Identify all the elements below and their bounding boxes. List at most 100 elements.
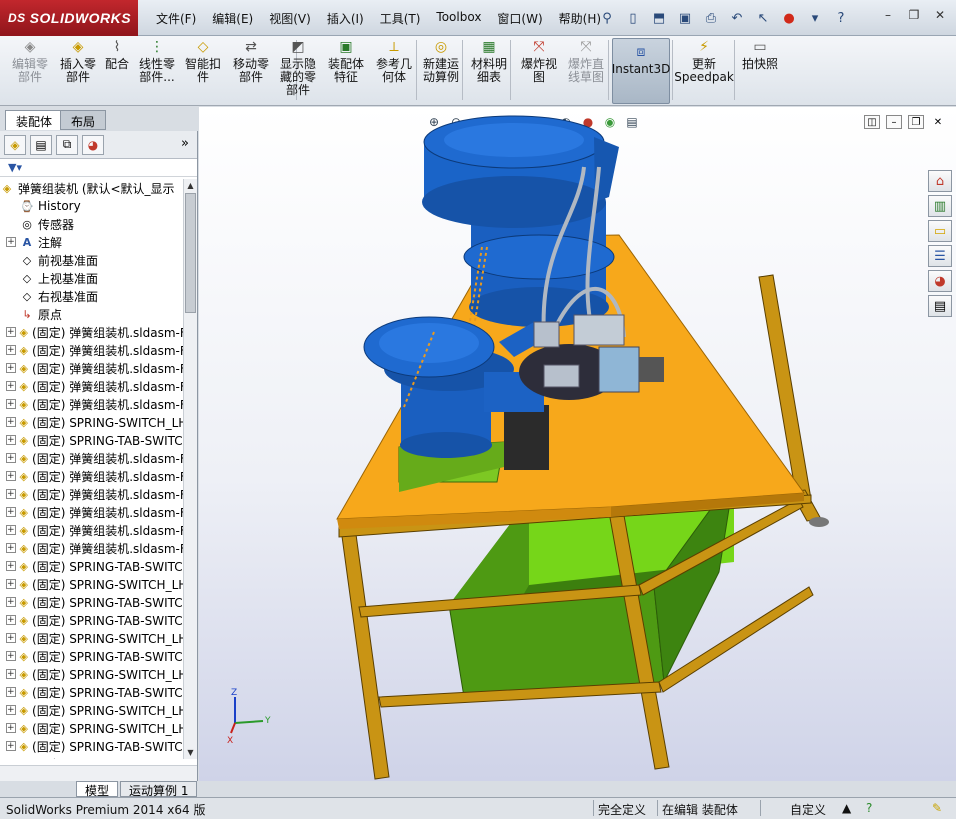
- tab-model[interactable]: 模型: [76, 781, 119, 798]
- expand-toggle-icon[interactable]: +: [6, 687, 16, 697]
- expand-toggle-icon[interactable]: +: [6, 417, 16, 427]
- expand-toggle-icon[interactable]: +: [6, 579, 16, 589]
- assembly-features-button[interactable]: ▣ 装配体 特征: [324, 38, 368, 104]
- minimize-icon[interactable]: –: [878, 6, 898, 24]
- menu-item-3[interactable]: 插入(I): [319, 10, 372, 27]
- tree-root[interactable]: ◈ 弹簧组装机 (默认<默认_显示: [0, 179, 183, 197]
- exploded-view-button[interactable]: ⤧ 爆炸视 图: [517, 38, 561, 104]
- assembly-model[interactable]: [199, 107, 956, 781]
- tree-item[interactable]: + ◈ (固定) 弹簧组装机.sldasm-F: [0, 485, 183, 503]
- tree-item[interactable]: + ◈ (固定) 弹簧组装机.sldasm-F: [0, 449, 183, 467]
- insert-component-button[interactable]: ◈ 插入零 部件: [56, 38, 100, 104]
- update-speedpak-button[interactable]: ⚡ 更新 Speedpak: [674, 38, 734, 104]
- expand-toggle-icon[interactable]: +: [6, 489, 16, 499]
- feature-tree-icon[interactable]: ◈: [4, 134, 26, 155]
- tree-horizontal-scrollbar[interactable]: [0, 765, 197, 781]
- print-icon[interactable]: ⎙: [700, 8, 722, 28]
- tab-layout[interactable]: 布局: [60, 110, 107, 130]
- design-library-icon[interactable]: ▥: [928, 195, 952, 217]
- tree-item[interactable]: + ◈ (固定) 弹簧组装机.sldasm-F: [0, 341, 183, 359]
- menu-item-0[interactable]: 文件(F): [148, 10, 204, 27]
- graphics-area[interactable]: ⊕ ⊙ ↶ ◧ ▣ ■ ◐ ● ◉ ▤ ◫ – ❐ ✕: [199, 107, 956, 781]
- tree-item[interactable]: ⌚ History: [0, 197, 183, 215]
- restore-icon[interactable]: ❐: [904, 6, 924, 24]
- select-arrow-icon[interactable]: ↖: [752, 8, 774, 28]
- expand-toggle-icon[interactable]: +: [6, 705, 16, 715]
- expand-toggle-icon[interactable]: +: [6, 741, 16, 751]
- expand-toggle-icon[interactable]: +: [6, 615, 16, 625]
- custom-properties-icon[interactable]: ▤: [928, 295, 952, 317]
- tree-item[interactable]: + ◈ (固定) 弹簧组装机.sldasm-F: [0, 503, 183, 521]
- open-folder-icon[interactable]: ⬒: [648, 8, 670, 28]
- menu-item-5[interactable]: Toolbox: [428, 10, 489, 27]
- tree-item[interactable]: +◈(固定) SPRING-TAB-SWITCH: [0, 593, 183, 611]
- configuration-manager-icon[interactable]: ⧉: [56, 134, 78, 155]
- tree-vertical-scrollbar[interactable]: ▲ ▼: [183, 179, 197, 759]
- close-icon[interactable]: ✕: [930, 6, 950, 24]
- expand-toggle-icon[interactable]: +: [6, 561, 16, 571]
- tree-item[interactable]: + ◈ (固定) SPRING-SWITCH_LH_: [0, 629, 183, 647]
- display-manager-icon[interactable]: ◕: [82, 134, 104, 155]
- expand-toggle-icon[interactable]: +: [6, 399, 16, 409]
- menu-item-1[interactable]: 编辑(E): [204, 10, 261, 27]
- tree-item[interactable]: + ◈ (固定) SPRING-SWITCH_LH_: [0, 665, 183, 683]
- expand-toggle-icon[interactable]: +: [6, 723, 16, 733]
- tree-item[interactable]: +◈(固定) SPRING-TAB-SWITCH: [0, 683, 183, 701]
- undo-icon[interactable]: ↶: [726, 8, 748, 28]
- edit-component-button[interactable]: ◈ 编辑零 部件: [6, 38, 54, 104]
- expand-toggle-icon[interactable]: +: [6, 669, 16, 679]
- linear-pattern-button[interactable]: ⋮ 线性零 部件...: [134, 38, 180, 104]
- rebuild-traffic-light-icon[interactable]: ●: [778, 8, 800, 28]
- tab-motion-study[interactable]: 运动算例 1: [120, 781, 198, 798]
- tree-item[interactable]: + ◈ (固定) 弹簧组装机.sldasm-F: [0, 323, 183, 341]
- expand-toggle-icon[interactable]: +: [6, 363, 16, 373]
- expand-toggle-icon[interactable]: +: [6, 381, 16, 391]
- tree-item[interactable]: + A 注解: [0, 233, 183, 251]
- show-hidden-button[interactable]: ◩ 显示隐 藏的零 部件: [276, 38, 320, 104]
- tree-item[interactable]: + ◈ (固定) SPRING-SWITCH_LH_: [0, 701, 183, 719]
- scroll-up-icon[interactable]: ▲: [184, 179, 197, 192]
- pin-icon[interactable]: ⚲: [596, 8, 618, 28]
- expand-toggle-icon[interactable]: +: [6, 237, 16, 247]
- menu-item-6[interactable]: 窗口(W): [489, 10, 550, 27]
- scroll-thumb[interactable]: [185, 193, 196, 313]
- bom-button[interactable]: ▦ 材料明 细表: [466, 38, 512, 104]
- mate-button[interactable]: ⌇ 配合: [102, 38, 132, 104]
- tree-item[interactable]: ◇ 上视基准面: [0, 269, 183, 287]
- snapshot-button[interactable]: ▭ 拍快照: [740, 38, 780, 104]
- tree-item[interactable]: +◈(固定) SPRING-TAB-SWITCH: [0, 611, 183, 629]
- expand-toggle-icon[interactable]: +: [6, 633, 16, 643]
- tree-item[interactable]: + ◈ (固定) SPRING-SWITCH_LH_: [0, 575, 183, 593]
- status-units[interactable]: 自定义: [790, 801, 826, 818]
- options-gear-icon[interactable]: ▾: [804, 8, 826, 28]
- expand-toggle-icon[interactable]: +: [6, 651, 16, 661]
- tree-item[interactable]: +◈(固定) SPRING-TAB-SWITCH: [0, 755, 183, 760]
- explode-line-sketch-button[interactable]: ⤧ 爆炸直 线草图: [563, 38, 609, 104]
- help-status-icon[interactable]: ?: [866, 801, 872, 815]
- tree-item[interactable]: + ◈ (固定) 弹簧组装机.sldasm-F: [0, 467, 183, 485]
- tree-item[interactable]: + ◈ (固定) 弹簧组装机.sldasm-F: [0, 539, 183, 557]
- expand-toggle-icon[interactable]: +: [6, 507, 16, 517]
- expand-toggle-icon[interactable]: +: [6, 597, 16, 607]
- tree-item[interactable]: ◇ 前视基准面: [0, 251, 183, 269]
- appearances-scenes-icon[interactable]: ◕: [928, 270, 952, 292]
- menu-item-2[interactable]: 视图(V): [261, 10, 319, 27]
- tab-assembly[interactable]: 装配体: [5, 110, 64, 130]
- tree-item[interactable]: ↳ 原点: [0, 305, 183, 323]
- tree-item[interactable]: + ◈ (固定) SPRING-SWITCH_LH_: [0, 719, 183, 737]
- solidworks-resources-icon[interactable]: ⌂: [928, 170, 952, 192]
- move-component-button[interactable]: ⇄ 移动零 部件: [228, 38, 274, 104]
- expand-panel-icon[interactable]: »: [181, 136, 189, 151]
- new-motion-study-button[interactable]: ◎ 新建运 动算例: [418, 38, 464, 104]
- expand-toggle-icon[interactable]: +: [6, 453, 16, 463]
- tree-item[interactable]: +◈(固定) SPRING-TAB-SWITCH: [0, 737, 183, 755]
- tree-item[interactable]: + ◈ (固定) 弹簧组装机.sldasm-F: [0, 521, 183, 539]
- tree-item[interactable]: +◈(固定) SPRING-TAB-SWITCH: [0, 431, 183, 449]
- smart-fasteners-button[interactable]: ◇ 智能扣 件: [182, 38, 224, 104]
- solidworks-logo[interactable]: DS SOLIDWORKS: [0, 0, 138, 36]
- units-dropdown-icon[interactable]: ▲: [842, 801, 851, 815]
- menu-item-4[interactable]: 工具(T): [372, 10, 429, 27]
- tree-item[interactable]: +◈(固定) SPRING-TAB-SWITCH: [0, 647, 183, 665]
- expand-toggle-icon[interactable]: +: [6, 471, 16, 481]
- tree-item[interactable]: + ◈ (固定) 弹簧组装机.sldasm-F: [0, 359, 183, 377]
